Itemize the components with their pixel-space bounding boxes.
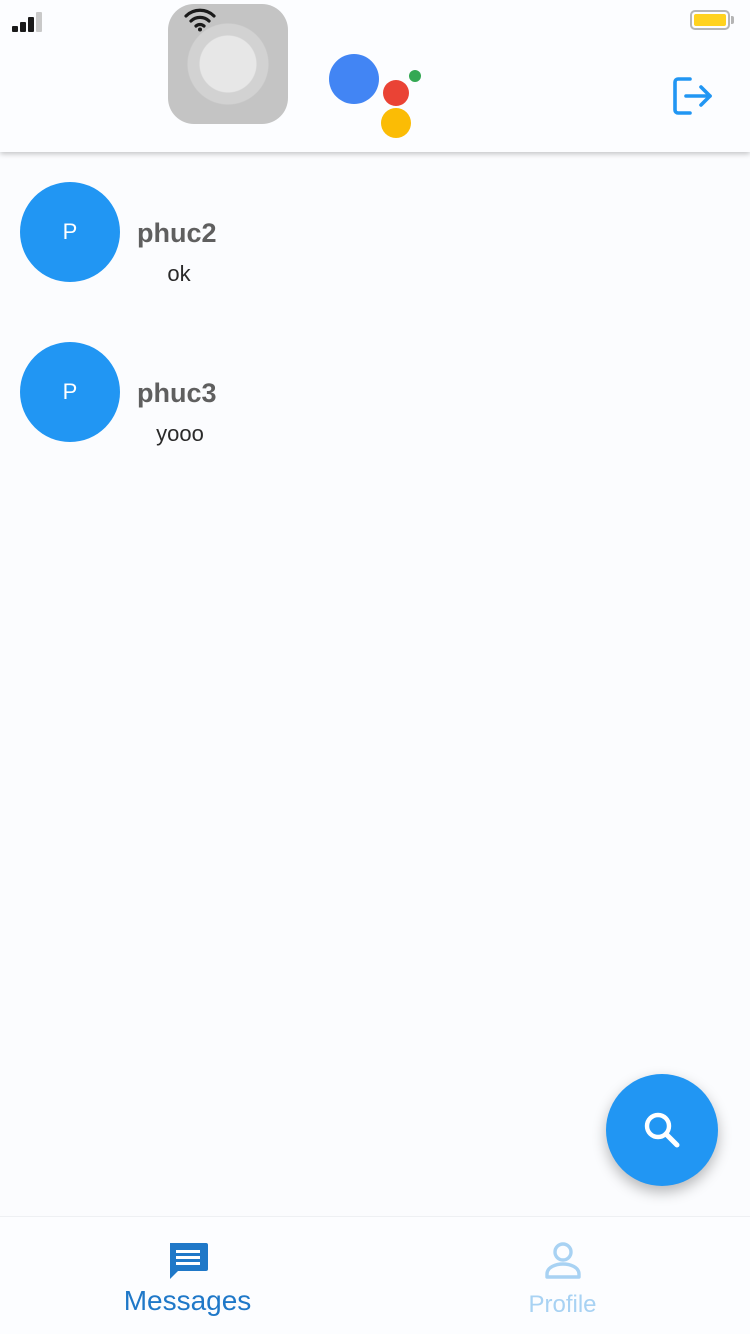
chat-list-item[interactable]: P phuc2 ok xyxy=(0,172,750,292)
chat-name: phuc3 xyxy=(137,378,217,408)
wifi-icon xyxy=(184,8,216,32)
logout-icon xyxy=(673,77,712,115)
logout-button[interactable] xyxy=(668,72,718,120)
app-screen: P phuc2 ok P phuc3 yooo Messages Profile xyxy=(0,0,750,1334)
chat-name: phuc2 xyxy=(137,218,217,248)
search-icon xyxy=(644,1112,680,1148)
cellular-signal-icon xyxy=(12,10,48,32)
app-header xyxy=(0,0,750,152)
chat-list-item[interactable]: P phuc3 yooo xyxy=(0,332,750,452)
nav-item-messages[interactable]: Messages xyxy=(0,1217,375,1334)
assistant-logo-icon xyxy=(326,50,426,140)
avatar: P xyxy=(20,342,120,442)
bottom-navigation: Messages Profile xyxy=(0,1216,750,1334)
person-icon xyxy=(544,1242,581,1279)
avatar: P xyxy=(20,182,120,282)
nav-label-messages: Messages xyxy=(123,1285,252,1316)
nav-label-profile: Profile xyxy=(528,1291,597,1318)
search-fab-button[interactable] xyxy=(606,1074,718,1186)
nav-item-profile[interactable]: Profile xyxy=(375,1217,750,1334)
chat-last-message: yooo xyxy=(156,421,204,446)
message-icon xyxy=(169,1243,208,1279)
battery-icon xyxy=(690,10,734,30)
chat-last-message: ok xyxy=(167,261,191,286)
